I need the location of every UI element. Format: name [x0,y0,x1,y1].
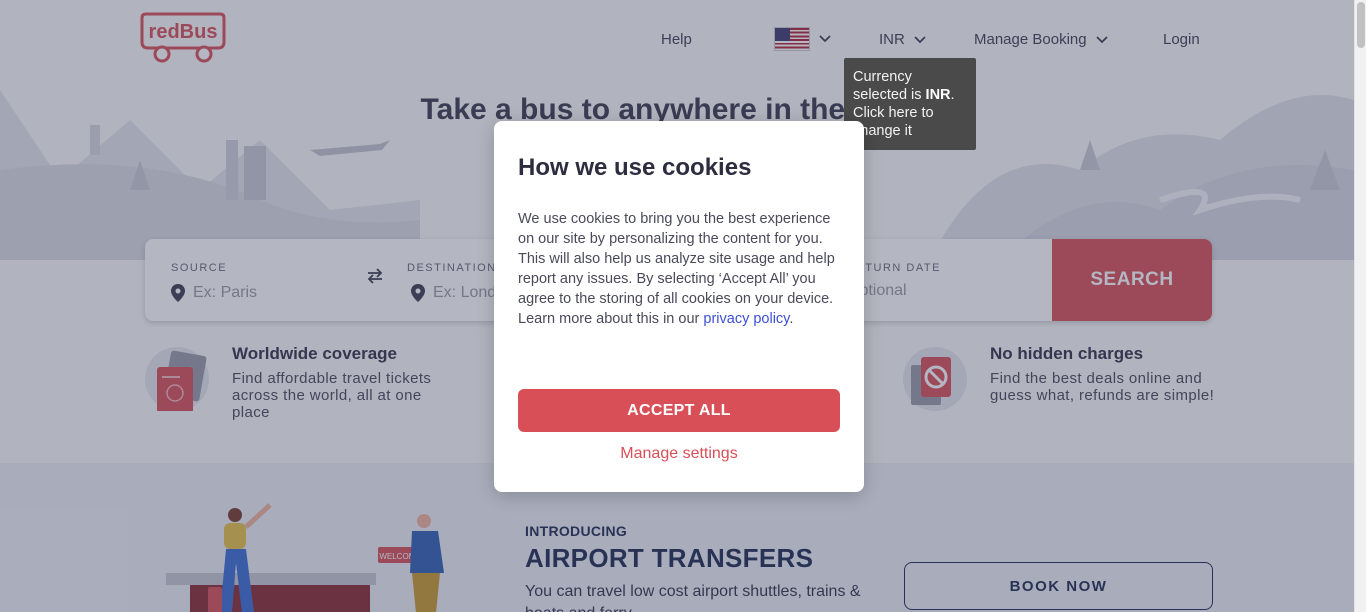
page: redBus Help INR Manage Booking Login Tak… [0,0,1354,612]
tooltip-line: change it [853,123,912,139]
tooltip-line: selected is INR. [853,87,955,103]
scrollbar-thumb[interactable] [1357,2,1365,48]
cookie-consent-modal: How we use cookies We use cookies to bri… [494,121,864,492]
modal-body: We use cookies to bring you the best exp… [518,211,835,327]
page-scrollbar[interactable] [1354,0,1366,612]
accept-all-button[interactable]: ACCEPT ALL [518,389,840,432]
modal-title: How we use cookies [518,154,752,181]
manage-settings-link[interactable]: Manage settings [518,445,840,463]
tooltip-line: Click here to [853,105,934,121]
privacy-policy-link[interactable]: privacy policy [703,311,789,327]
tooltip-line: Currency [853,69,912,85]
